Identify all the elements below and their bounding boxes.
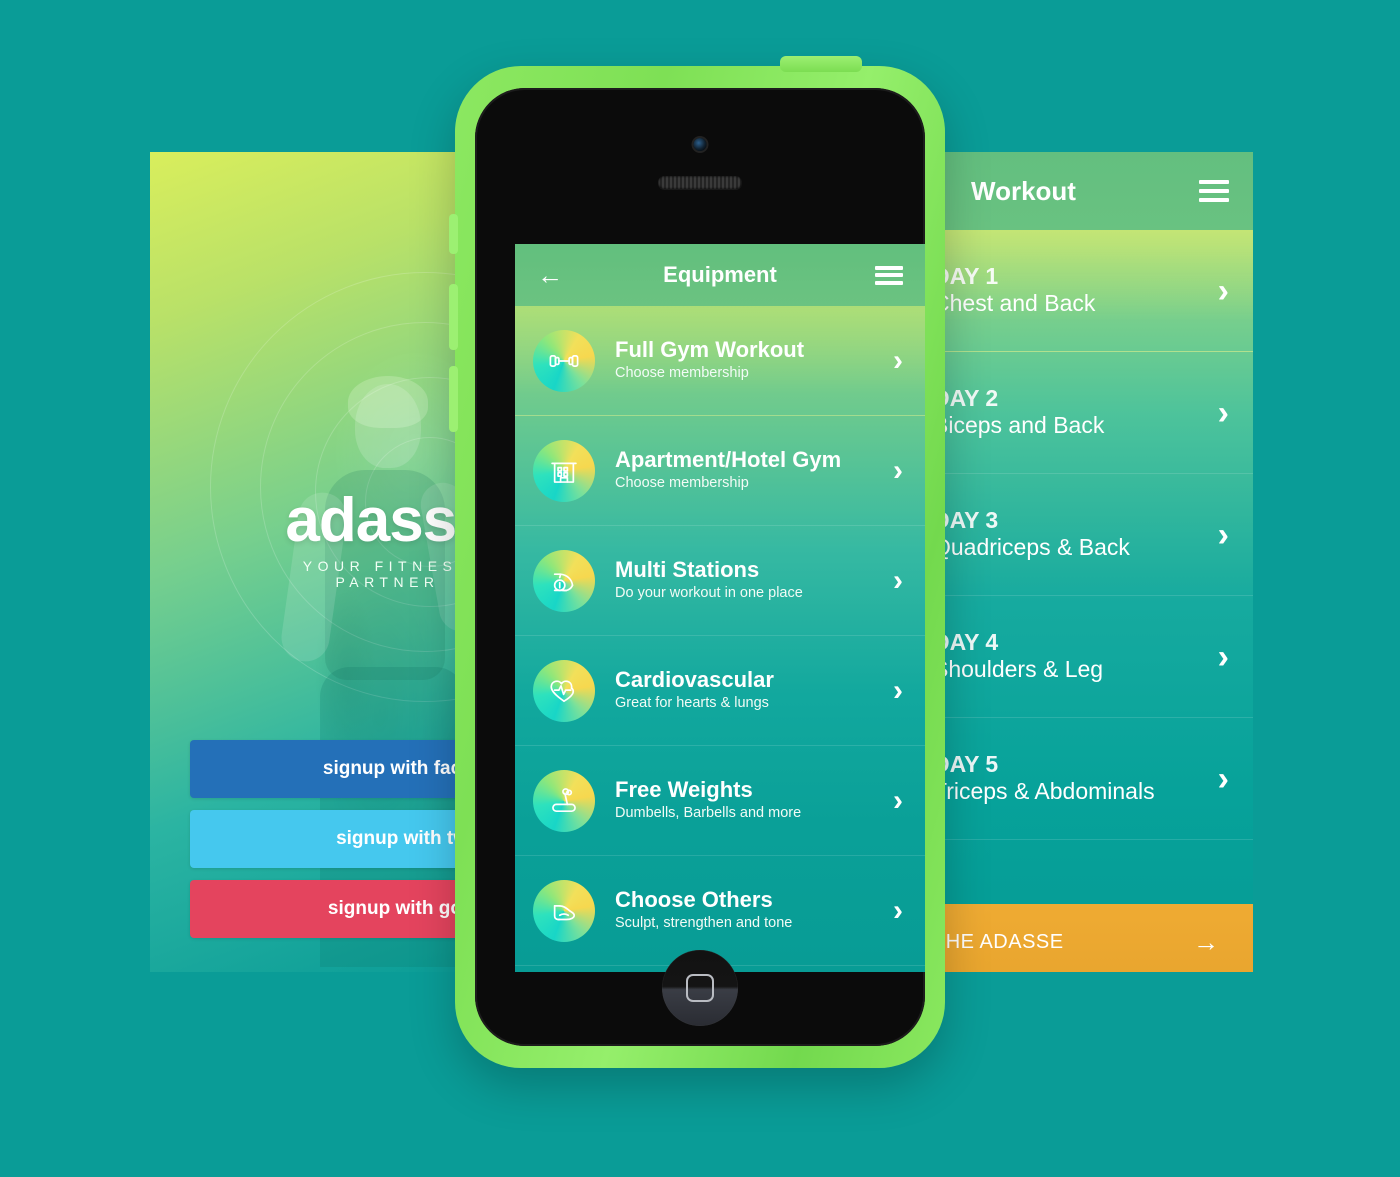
equipment-row-full-gym-workout[interactable]: Full Gym Workout Choose membership ›: [515, 306, 925, 416]
workout-row[interactable]: DAY 2 Biceps and Back ›: [905, 352, 1253, 474]
home-square-icon: [686, 974, 714, 1002]
hamburger-icon[interactable]: [875, 265, 903, 285]
chevron-right-icon: ›: [893, 893, 903, 927]
signup-with-google-button[interactable]: signup with google+: [190, 880, 495, 938]
workout-day-label: DAY 2: [933, 385, 999, 412]
workout-title: Workout: [971, 175, 1076, 206]
exercise-bike-icon: [533, 549, 595, 612]
equipment-subtitle-label: Do your workout in one place: [615, 585, 803, 602]
workout-day-label: DAY 3: [933, 507, 999, 534]
brand-logo: adasse YOUR FITNESS PARTNER: [150, 490, 495, 591]
workout-focus-label: Shoulders & Leg: [933, 655, 1104, 682]
equipment-subtitle-label: Sculpt, strengthen and tone: [615, 915, 793, 932]
workout-focus-label: Biceps and Back: [933, 411, 1105, 438]
equipment-menu-button[interactable]: [869, 265, 903, 285]
equipment-screen: ← Equipment Full Gym Workout Choose memb…: [515, 244, 925, 972]
the-adasse-banner[interactable]: THE ADASSE →: [905, 904, 1253, 972]
phone-volume-up-button[interactable]: [449, 284, 458, 350]
phone-front-face: ← Equipment Full Gym Workout Choose memb…: [475, 88, 925, 1046]
equipment-header: ← Equipment: [515, 244, 925, 306]
equipment-title-label: Choose Others: [615, 887, 773, 913]
signup-button-group: signup with facebook signup with twitter…: [190, 740, 495, 950]
phone-power-button[interactable]: [780, 56, 862, 72]
arrow-right-icon: →: [1193, 926, 1219, 957]
chevron-right-icon: ›: [1217, 393, 1229, 432]
signup-with-twitter-button[interactable]: signup with twitter: [190, 810, 495, 868]
equipment-row-apartment-hotel-gym[interactable]: Apartment/Hotel Gym Choose membership ›: [515, 416, 925, 526]
workout-row[interactable]: DAY 1 Chest and Back ›: [905, 230, 1253, 352]
chevron-right-icon: ›: [893, 783, 903, 817]
phone-volume-down-button[interactable]: [449, 366, 458, 432]
heart-pulse-icon: [533, 659, 595, 722]
hamburger-icon[interactable]: [1199, 180, 1229, 202]
workout-screen: Workout DAY 1 Chest and Back › DAY 2 Bic…: [905, 152, 1253, 972]
equipment-subtitle-label: Choose membership: [615, 365, 749, 382]
weight-bench-icon: [533, 769, 595, 832]
chevron-right-icon: ›: [893, 673, 903, 707]
earpiece-speaker: [658, 176, 742, 189]
equipment-title-label: Full Gym Workout: [615, 337, 805, 363]
equipment-row-multi-stations[interactable]: Multi Stations Do your workout in one pl…: [515, 526, 925, 636]
athlete-silhouette-head: [355, 384, 421, 468]
workout-row[interactable]: DAY 5 Triceps & Abdominals ›: [905, 718, 1253, 840]
back-arrow-icon[interactable]: ←: [537, 262, 571, 288]
flexed-bicep-icon: [533, 879, 595, 942]
dumbbell-icon: [533, 329, 595, 392]
phone-mute-switch[interactable]: [449, 214, 458, 254]
equipment-subtitle-label: Dumbells, Barbells and more: [615, 805, 802, 822]
workout-focus-label: Quadriceps & Back: [933, 533, 1130, 560]
workout-day-label: DAY 4: [933, 629, 999, 656]
equipment-title: Equipment: [663, 262, 777, 287]
equipment-row-cardiovascular[interactable]: Cardiovascular Great for hearts & lungs …: [515, 636, 925, 746]
workout-day-label: DAY 5: [933, 751, 999, 778]
chevron-right-icon: ›: [1217, 759, 1229, 798]
chevron-right-icon: ›: [1217, 271, 1229, 310]
equipment-subtitle-label: Great for hearts & lungs: [615, 695, 769, 712]
workout-row[interactable]: DAY 3 Quadriceps & Back ›: [905, 474, 1253, 596]
equipment-title-label: Apartment/Hotel Gym: [615, 447, 842, 473]
equipment-title-label: Free Weights: [615, 777, 753, 803]
equipment-row-free-weights[interactable]: Free Weights Dumbells, Barbells and more…: [515, 746, 925, 856]
workout-header: Workout: [905, 152, 1253, 230]
the-adasse-label: THE ADASSE: [933, 930, 1064, 953]
equipment-title-label: Cardiovascular: [615, 667, 774, 693]
chevron-right-icon: ›: [893, 453, 903, 487]
workout-focus-label: Chest and Back: [933, 289, 1096, 316]
building-icon: [533, 439, 595, 502]
equipment-row-choose-others[interactable]: Choose Others Sculpt, strengthen and ton…: [515, 856, 925, 966]
equipment-title-label: Multi Stations: [615, 557, 760, 583]
workout-day-label: DAY 1: [933, 263, 999, 290]
workout-row[interactable]: DAY 4 Shoulders & Leg ›: [905, 596, 1253, 718]
chevron-right-icon: ›: [1217, 637, 1229, 676]
front-camera-icon: [693, 138, 707, 151]
iphone-mockup: ← Equipment Full Gym Workout Choose memb…: [449, 56, 945, 1068]
signup-screen: adasse YOUR FITNESS PARTNER signup with …: [150, 152, 495, 972]
signup-with-facebook-button[interactable]: signup with facebook: [190, 740, 495, 798]
equipment-subtitle-label: Choose membership: [615, 475, 749, 492]
workout-focus-label: Triceps & Abdominals: [933, 777, 1155, 804]
chevron-right-icon: ›: [893, 563, 903, 597]
home-button[interactable]: [662, 950, 738, 1026]
chevron-right-icon: ›: [1217, 515, 1229, 554]
chevron-right-icon: ›: [893, 343, 903, 377]
